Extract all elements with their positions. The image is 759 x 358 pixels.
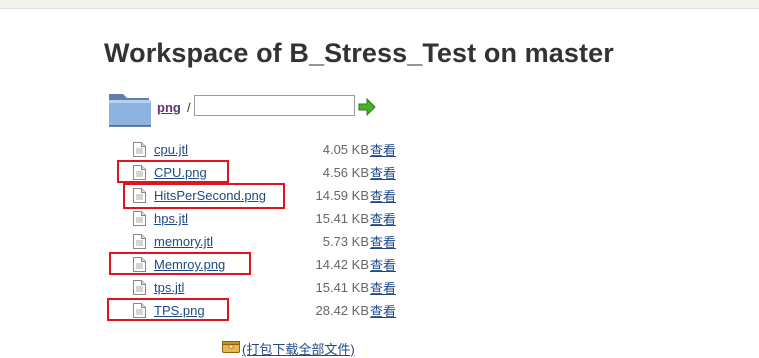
file-icon-cell [133, 230, 154, 253]
document-icon [133, 142, 146, 157]
file-icon-cell [133, 207, 154, 230]
highlight-box [117, 160, 229, 183]
view-file-link[interactable]: 查看 [369, 304, 396, 319]
breadcrumb-png-link[interactable]: png [157, 100, 181, 115]
view-file-link[interactable]: 查看 [369, 258, 396, 273]
breadcrumb-separator: / [187, 100, 191, 115]
download-all-link[interactable]: (打包下载全部文件) [242, 339, 355, 358]
file-size: 15.41 KB [315, 211, 370, 226]
document-icon [133, 234, 146, 249]
page-title: Workspace of B_Stress_Test on master [104, 38, 614, 68]
file-size: 28.42 KB [315, 303, 370, 318]
file-size: 14.42 KB [315, 257, 370, 272]
file-size: 14.59 KB [315, 188, 370, 203]
view-file-link[interactable]: 查看 [369, 143, 396, 158]
view-file-link[interactable]: 查看 [369, 166, 396, 181]
file-icon-cell [133, 138, 154, 161]
top-strip [0, 0, 759, 9]
view-file-link[interactable]: 查看 [369, 281, 396, 296]
highlight-box [109, 252, 251, 275]
file-size: 4.05 KB [322, 142, 369, 157]
highlight-box [107, 298, 229, 321]
file-row: tps.jtl 15.41 KB 查看 [133, 276, 396, 299]
folder-icon [109, 94, 151, 127]
view-file-link[interactable]: 查看 [369, 189, 396, 204]
file-size: 5.73 KB [322, 234, 369, 249]
document-icon [133, 280, 146, 295]
file-name-link[interactable]: tps.jtl [154, 280, 184, 295]
file-row: cpu.jtl 4.05 KB 查看 [133, 138, 396, 161]
file-row: hps.jtl 15.41 KB 查看 [133, 207, 396, 230]
file-icon-cell [133, 276, 154, 299]
file-row: memory.jtl 5.73 KB 查看 [133, 230, 396, 253]
path-input[interactable] [194, 95, 355, 116]
document-icon [133, 211, 146, 226]
file-size: 15.41 KB [315, 280, 370, 295]
archive-icon [222, 341, 240, 353]
highlight-box [123, 183, 285, 209]
view-file-link[interactable]: 查看 [369, 212, 396, 227]
file-name-link[interactable]: hps.jtl [154, 211, 188, 226]
file-size: 4.56 KB [322, 165, 369, 180]
file-name-link[interactable]: cpu.jtl [154, 142, 188, 157]
file-name-link[interactable]: memory.jtl [154, 234, 213, 249]
view-file-link[interactable]: 查看 [369, 235, 396, 250]
green-arrow-icon[interactable] [358, 98, 376, 116]
